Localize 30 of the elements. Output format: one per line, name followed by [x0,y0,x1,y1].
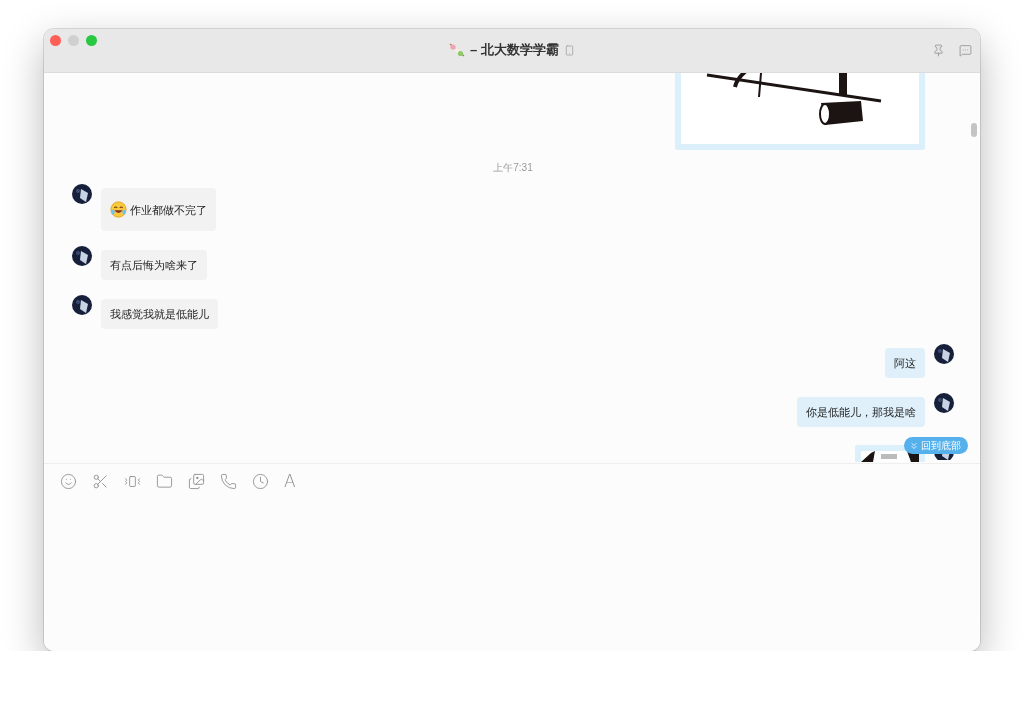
scissors-icon[interactable] [92,472,109,490]
font-button[interactable]: A [284,472,296,490]
laughing-emoji-icon [110,201,127,218]
chevrons-down-icon [909,440,919,451]
message-text: 作业都做不完了 [130,202,207,217]
jump-to-bottom-button[interactable]: 回到底部 [904,437,968,454]
chat-settings-icon[interactable] [959,44,972,57]
pin-icon[interactable] [932,44,945,57]
emoji-icon[interactable] [60,472,77,490]
avatar [934,344,954,364]
clock-icon[interactable] [252,472,269,490]
avatar [934,393,954,413]
phone-icon [563,44,575,56]
message-text: 有点后悔为啥来了 [110,258,198,272]
window-title: – 北大数学学霸 [470,41,559,59]
avatar [72,295,92,315]
avatar [72,184,92,204]
zoom-button[interactable] [86,35,97,46]
close-button[interactable] [50,35,61,46]
avatar [72,246,92,266]
message-text: 你是低能儿，那我是啥 [806,405,916,419]
minimize-button[interactable] [68,35,79,46]
folder-icon[interactable] [156,472,173,490]
phone-call-icon[interactable] [220,472,237,490]
scrollbar[interactable] [971,123,977,137]
message-text: 阿这 [894,356,916,370]
dango-icon [449,43,466,57]
images-icon[interactable] [188,472,205,490]
message-text: 我感觉我就是低能儿 [110,307,209,321]
timestamp: 上午7:31 [493,161,533,175]
